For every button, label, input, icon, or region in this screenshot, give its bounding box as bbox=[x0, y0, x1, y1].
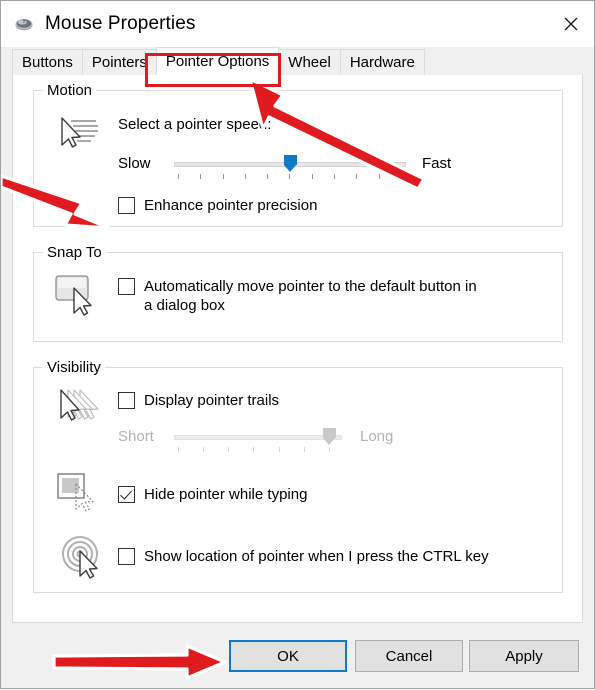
display-trails-row[interactable]: Display pointer trails bbox=[118, 391, 279, 410]
pointer-speed-slider[interactable]: Slow Fast bbox=[118, 153, 538, 181]
auto-move-pointer-row[interactable]: Automatically move pointer to the defaul… bbox=[118, 277, 538, 315]
mouse-icon bbox=[13, 13, 35, 35]
pointer-speed-ticks bbox=[178, 174, 402, 179]
tab-pointer-options[interactable]: Pointer Options bbox=[155, 47, 280, 75]
hide-pointer-typing-label: Hide pointer while typing bbox=[144, 486, 308, 503]
hide-pointer-typing-icon bbox=[56, 472, 104, 521]
pointer-trails-max-label: Long bbox=[360, 428, 394, 445]
pointer-speed-label: Select a pointer speed: bbox=[118, 116, 272, 133]
tab-hardware[interactable]: Hardware bbox=[339, 49, 425, 75]
ok-button[interactable]: OK bbox=[229, 640, 347, 672]
motion-group-title: Motion bbox=[43, 82, 97, 99]
visibility-group: Visibility Display pointer trails Short bbox=[33, 359, 563, 593]
pointer-trails-thumb bbox=[323, 428, 336, 445]
pointer-trails-ticks bbox=[178, 447, 330, 452]
pointer-trails-min-label: Short bbox=[118, 428, 154, 445]
motion-group: Motion Select a pointer speed: Slow Fast… bbox=[33, 82, 563, 227]
show-location-row[interactable]: Show location of pointer when I press th… bbox=[118, 547, 489, 566]
enhance-precision-label: Enhance pointer precision bbox=[144, 197, 318, 214]
display-trails-checkbox[interactable] bbox=[118, 392, 135, 409]
pointer-trails-track bbox=[174, 435, 342, 440]
cancel-button[interactable]: Cancel bbox=[355, 640, 463, 672]
tab-wheel[interactable]: Wheel bbox=[278, 49, 341, 75]
pointer-trails-icon bbox=[54, 386, 106, 435]
pointer-speed-min-label: Slow bbox=[118, 155, 151, 172]
pointer-options-panel: Motion Select a pointer speed: Slow Fast… bbox=[12, 75, 583, 623]
auto-move-pointer-checkbox[interactable] bbox=[118, 278, 135, 295]
title-bar: Mouse Properties bbox=[1, 1, 594, 47]
locate-pointer-icon bbox=[60, 534, 106, 585]
window-title: Mouse Properties bbox=[45, 13, 196, 34]
dialog-footer: OK Cancel Apply bbox=[1, 628, 594, 688]
snap-to-button-icon bbox=[54, 274, 102, 323]
apply-button[interactable]: Apply bbox=[469, 640, 579, 672]
pointer-trails-slider: Short Long bbox=[118, 426, 538, 454]
enhance-precision-checkbox[interactable] bbox=[118, 197, 135, 214]
mouse-properties-dialog: Mouse Properties Buttons Pointers Pointe… bbox=[0, 0, 595, 689]
snap-to-group-title: Snap To bbox=[43, 244, 106, 261]
show-location-checkbox[interactable] bbox=[118, 548, 135, 565]
hide-pointer-typing-row[interactable]: Hide pointer while typing bbox=[118, 485, 307, 504]
auto-move-pointer-label: Automatically move pointer to the defaul… bbox=[144, 278, 477, 314]
show-location-label: Show location of pointer when I press th… bbox=[144, 548, 489, 565]
pointer-speed-thumb[interactable] bbox=[284, 155, 297, 172]
close-icon[interactable] bbox=[548, 1, 594, 47]
tab-pointers[interactable]: Pointers bbox=[81, 49, 157, 75]
snap-to-group: Snap To Automatically move pointer to th… bbox=[33, 244, 563, 342]
display-trails-label: Display pointer trails bbox=[144, 392, 280, 409]
visibility-group-title: Visibility bbox=[43, 359, 105, 376]
pointer-speed-max-label: Fast bbox=[422, 155, 452, 172]
hide-pointer-typing-checkbox[interactable] bbox=[118, 486, 135, 503]
tab-buttons[interactable]: Buttons bbox=[12, 49, 83, 75]
pointer-speed-icon bbox=[54, 113, 102, 158]
tab-strip: Buttons Pointers Pointer Options Wheel H… bbox=[1, 47, 594, 75]
enhance-precision-row[interactable]: Enhance pointer precision bbox=[118, 196, 317, 215]
